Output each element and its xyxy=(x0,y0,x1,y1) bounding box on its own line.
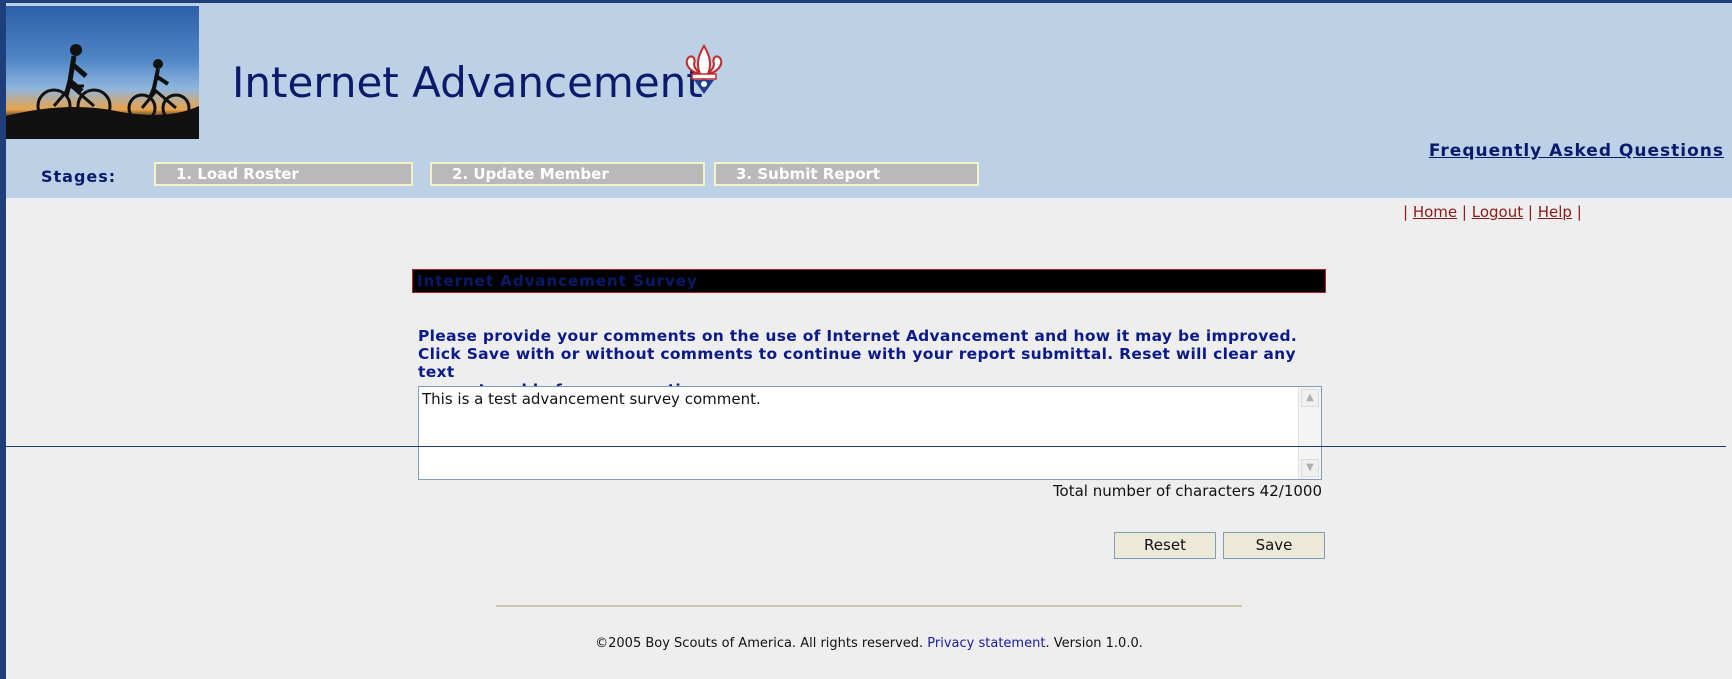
instructions-line-1: Please provide your comments on the use … xyxy=(418,327,1298,345)
privacy-statement-link[interactable]: Privacy statement xyxy=(927,636,1045,651)
stage-submit-report[interactable]: 3. Submit Report xyxy=(714,162,979,186)
survey-title-bar: Internet Advancement Survey xyxy=(412,269,1326,293)
version-text: . Version 1.0.0. xyxy=(1045,636,1143,651)
horizontal-divider xyxy=(0,446,1726,447)
reset-button[interactable]: Reset xyxy=(1114,532,1216,559)
separator: | xyxy=(1403,203,1409,221)
comment-textarea[interactable]: This is a test advancement survey commen… xyxy=(418,386,1322,480)
copyright-text: ©2005 Boy Scouts of America. All rights … xyxy=(595,636,924,651)
footer: ©2005 Boy Scouts of America. All rights … xyxy=(6,636,1732,651)
comment-scrollbar[interactable]: ▲ ▼ xyxy=(1298,387,1321,479)
top-nav-links: | Home | Logout | Help | xyxy=(1403,203,1582,221)
header: Internet Advancement Frequently Asked Qu… xyxy=(6,2,1732,198)
comment-text: This is a test advancement survey commen… xyxy=(422,390,761,408)
faq-link[interactable]: Frequently Asked Questions xyxy=(1429,141,1724,161)
app-title: Internet Advancement xyxy=(232,58,703,107)
logout-link[interactable]: Logout xyxy=(1472,203,1523,221)
character-count: Total number of characters 42/1000 xyxy=(1052,482,1322,500)
page-frame: Internet Advancement Frequently Asked Qu… xyxy=(6,2,1732,679)
separator: | xyxy=(1576,203,1582,221)
save-button[interactable]: Save xyxy=(1223,532,1325,559)
scroll-down-icon[interactable]: ▼ xyxy=(1301,459,1319,477)
home-link[interactable]: Home xyxy=(1413,203,1457,221)
footer-divider xyxy=(496,605,1242,607)
scroll-up-icon[interactable]: ▲ xyxy=(1301,389,1319,407)
separator: | xyxy=(1461,203,1467,221)
separator: | xyxy=(1527,203,1533,221)
help-link[interactable]: Help xyxy=(1538,203,1572,221)
top-border xyxy=(6,2,1732,3)
fleur-de-lis-icon xyxy=(685,44,723,94)
bicycle-riders-logo-image xyxy=(6,6,199,139)
instructions-line-2: Click Save with or without comments to c… xyxy=(418,345,1296,381)
stage-load-roster[interactable]: 1. Load Roster xyxy=(154,162,413,186)
stages-label: Stages: xyxy=(41,167,117,186)
stage-update-member[interactable]: 2. Update Member xyxy=(430,162,705,186)
